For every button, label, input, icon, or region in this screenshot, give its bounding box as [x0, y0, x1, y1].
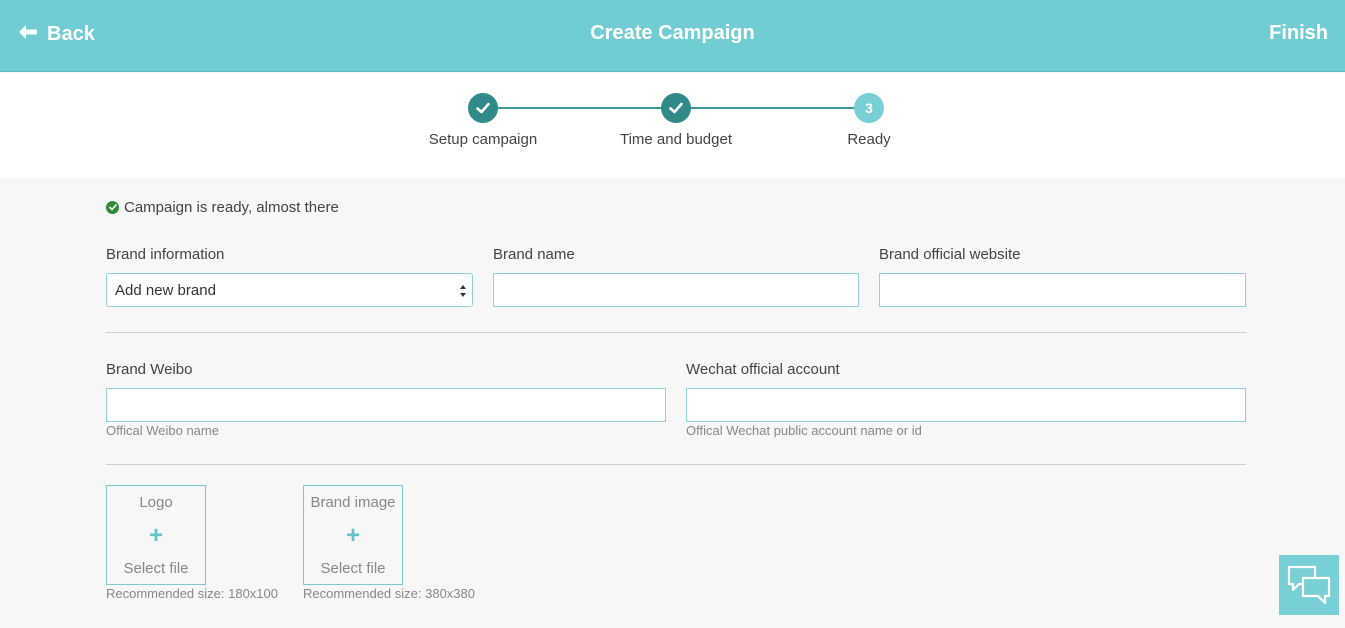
chat-button[interactable] — [1279, 555, 1339, 615]
select-arrows-icon — [460, 285, 466, 297]
logo-upload[interactable]: Logo + Select file — [106, 485, 206, 585]
brand-image-upload[interactable]: Brand image + Select file — [303, 485, 403, 585]
wechat-account-input[interactable] — [686, 388, 1246, 422]
brand-name-input[interactable] — [493, 273, 859, 307]
step-connector — [497, 107, 662, 109]
brand-information-value: Add new brand — [115, 281, 216, 299]
step-2-label: Time and budget — [619, 131, 733, 148]
step-connector — [690, 107, 855, 109]
brand-weibo-label: Brand Weibo — [106, 361, 193, 378]
step-1-check-icon — [468, 93, 498, 123]
progress-stepper: Setup campaign Time and budget 3 Ready — [0, 73, 1345, 178]
top-bar: Back Create Campaign Finish — [0, 0, 1345, 72]
brand-information-label: Brand information — [106, 246, 225, 263]
brand-image-select-file: Select file — [320, 560, 386, 577]
divider — [106, 332, 1246, 333]
brand-weibo-input[interactable] — [106, 388, 666, 422]
brand-image-upload-title: Brand image — [310, 494, 396, 511]
plus-icon: + — [345, 522, 360, 549]
brand-information-select[interactable]: Add new brand — [106, 273, 473, 307]
chat-bubbles-icon — [1287, 565, 1331, 605]
brand-image-recommended-size: Recommended size: 380x380 — [303, 586, 475, 601]
status-message: Campaign is ready, almost there — [106, 199, 339, 216]
plus-icon: + — [148, 522, 163, 549]
page-title: Create Campaign — [590, 22, 755, 44]
brand-name-label: Brand name — [493, 246, 575, 263]
divider — [106, 464, 1246, 465]
brand-weibo-hint: Offical Weibo name — [106, 423, 219, 438]
logo-upload-title: Logo — [139, 494, 173, 511]
status-text: Campaign is ready, almost there — [124, 199, 339, 216]
logo-select-file: Select file — [123, 560, 189, 577]
brand-form: Campaign is ready, almost there Brand in… — [0, 178, 1345, 628]
check-circle-icon — [106, 201, 119, 214]
brand-website-label: Brand official website — [879, 246, 1021, 263]
step-3-number: 3 — [854, 93, 884, 123]
step-3-label: Ready — [847, 131, 891, 148]
wechat-account-hint: Offical Wechat public account name or id — [686, 423, 922, 438]
brand-website-input[interactable] — [879, 273, 1246, 307]
step-2-check-icon — [661, 93, 691, 123]
finish-button[interactable]: Finish — [1269, 20, 1328, 46]
step-1-label: Setup campaign — [428, 131, 538, 148]
wechat-account-label: Wechat official account — [686, 361, 840, 378]
logo-recommended-size: Recommended size: 180x100 — [106, 586, 278, 601]
